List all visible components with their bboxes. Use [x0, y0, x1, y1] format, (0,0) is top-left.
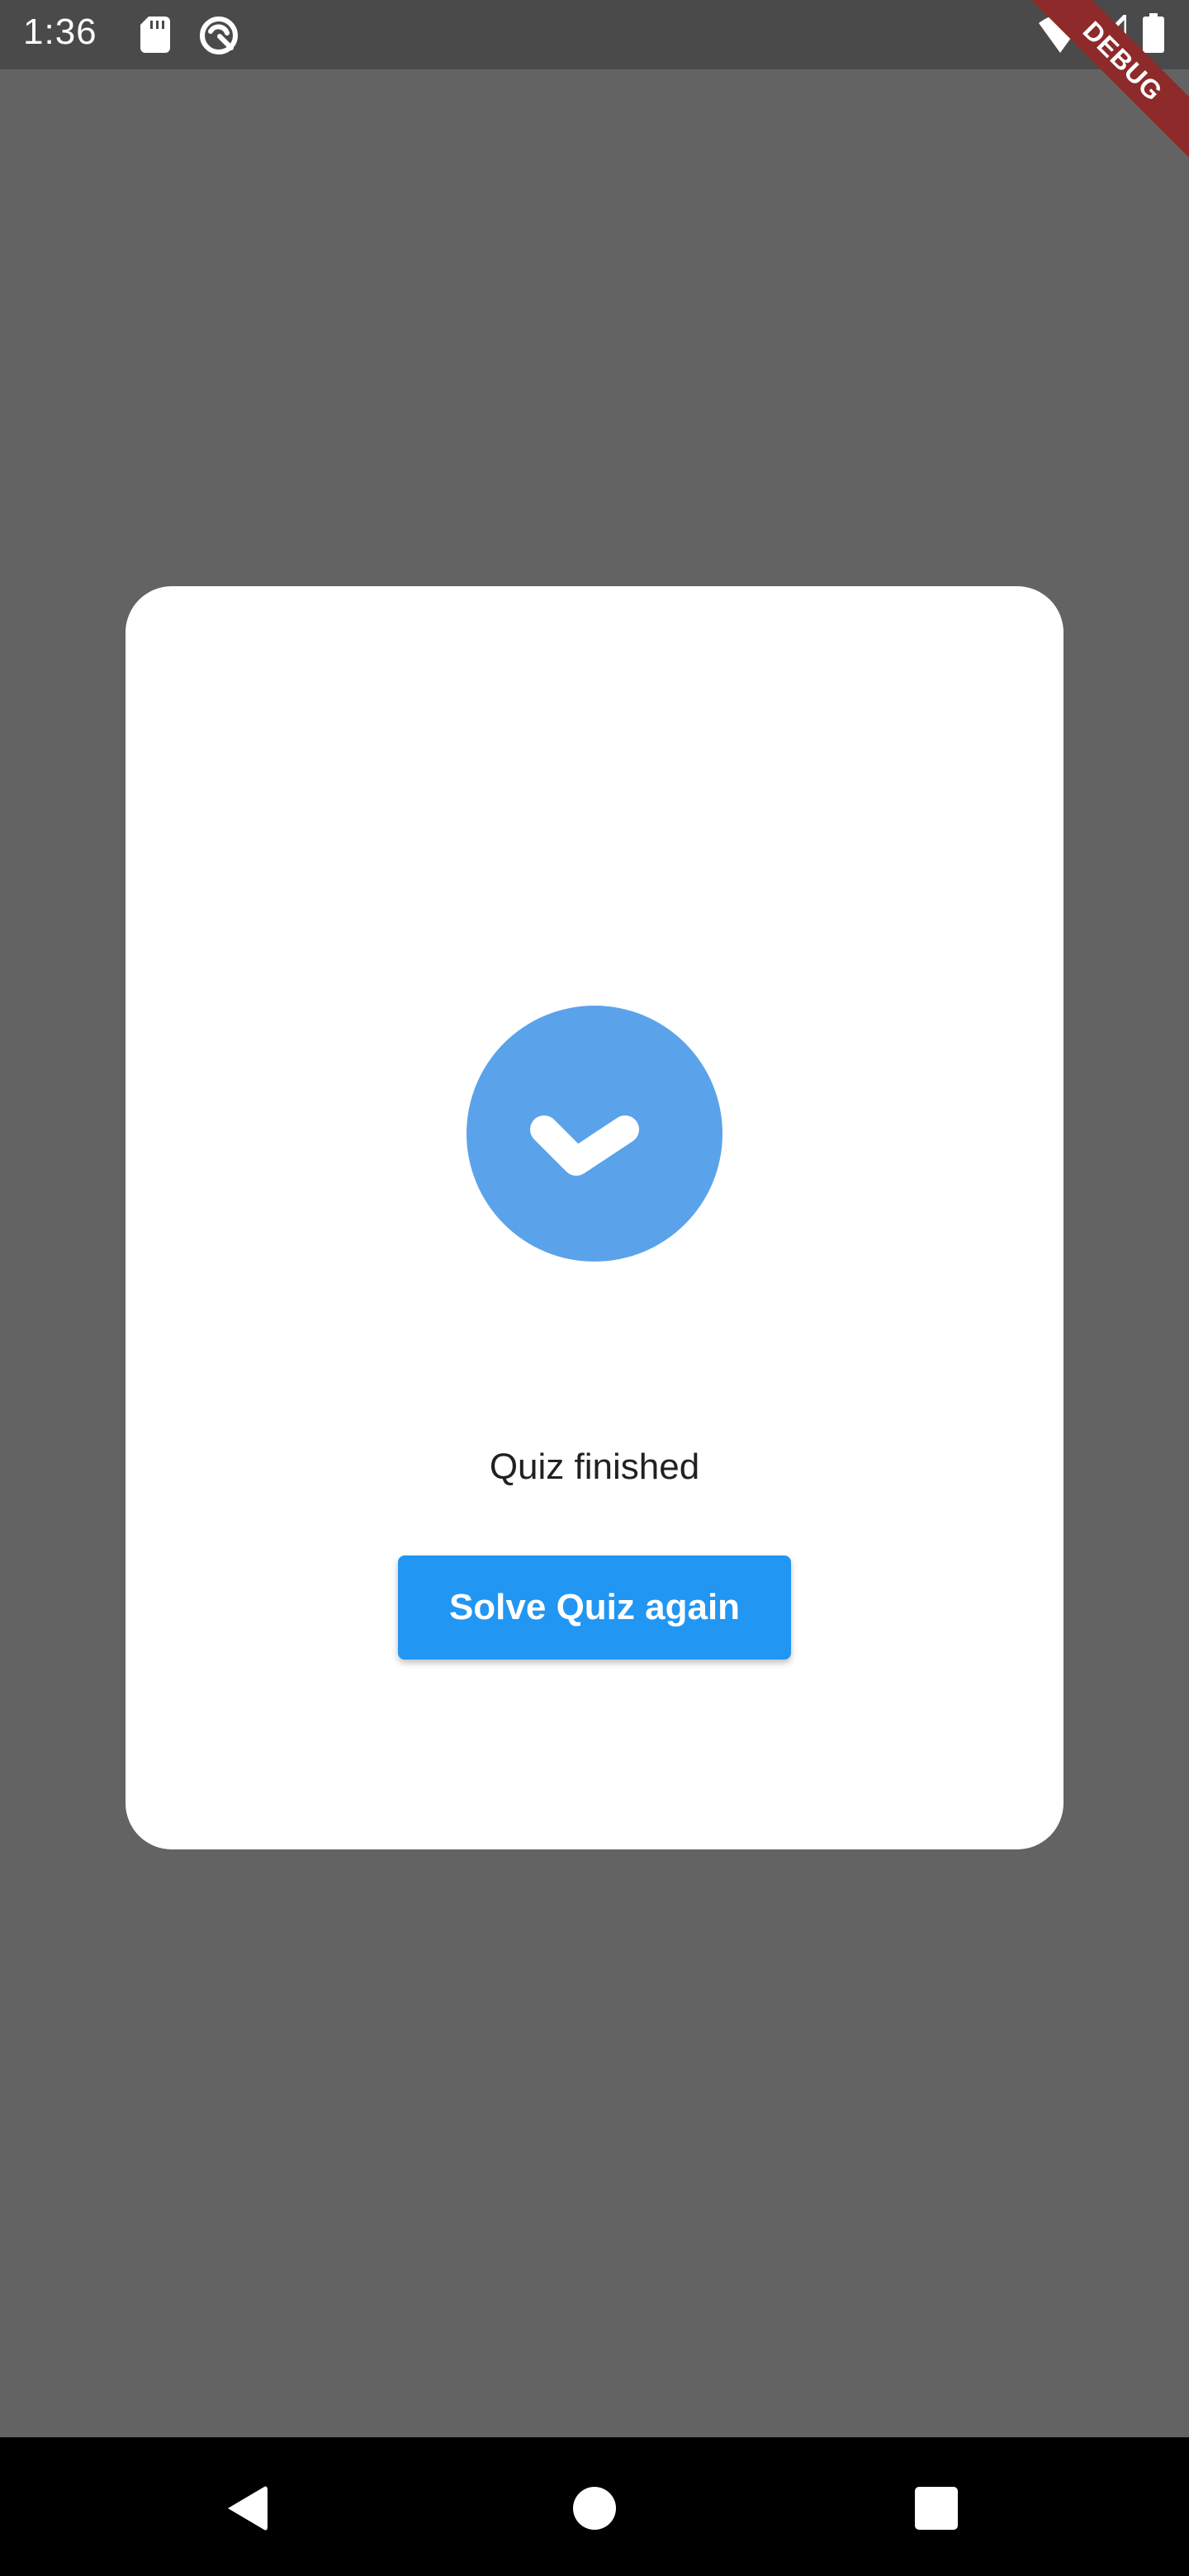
home-icon[interactable] — [573, 2487, 616, 2530]
dialog-message: Quiz finished — [489, 1447, 700, 1487]
app-screen: 1:36 DEBUG Quiz finished Solve Quiz agai… — [0, 0, 1189, 2576]
status-time: 1:36 — [23, 12, 97, 52]
recents-icon[interactable] — [915, 2487, 958, 2530]
sync-icon — [200, 17, 238, 54]
signal-icon — [1090, 15, 1126, 53]
wifi-icon — [1039, 15, 1082, 53]
navigation-bar — [0, 2437, 1189, 2576]
check-chevron-icon — [530, 1115, 639, 1176]
check-circle-badge — [467, 1006, 722, 1262]
sd-card-icon — [140, 17, 170, 53]
status-bar: 1:36 — [0, 0, 1189, 69]
solve-quiz-again-button[interactable]: Solve Quiz again — [398, 1556, 791, 1660]
back-icon[interactable] — [223, 2484, 272, 2533]
quiz-finished-dialog: Quiz finished Solve Quiz again — [126, 586, 1063, 1849]
battery-icon — [1143, 13, 1164, 53]
